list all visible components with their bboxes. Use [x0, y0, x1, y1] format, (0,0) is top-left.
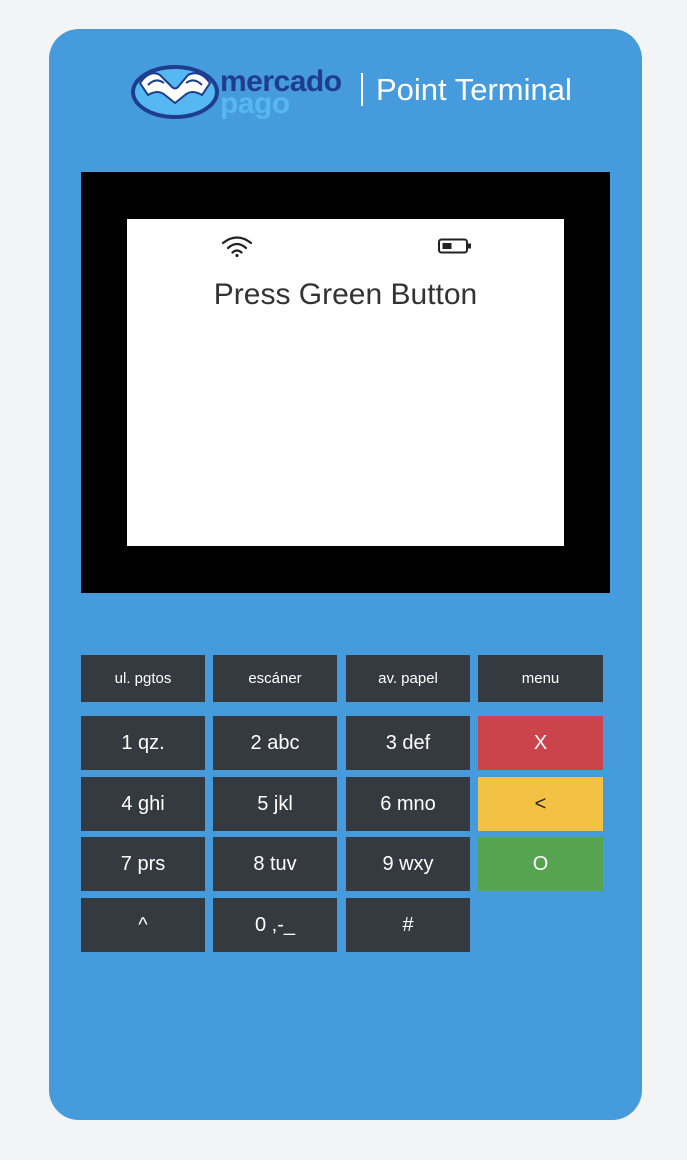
terminal-header: mercado pago Point Terminal [49, 29, 642, 159]
key-caret[interactable]: ^ [81, 898, 205, 952]
header-divider [361, 73, 363, 106]
cancel-button[interactable]: X [478, 716, 603, 770]
key-6[interactable]: 6 mno [346, 777, 470, 831]
battery-icon [438, 238, 471, 254]
mercado-pago-logo: mercado pago [130, 61, 345, 121]
key-ul-pgtos[interactable]: ul. pgtos [81, 655, 205, 702]
handshake-logo-icon [131, 65, 219, 119]
key-menu[interactable]: menu [478, 655, 603, 702]
key-0[interactable]: 0 ,-_ [213, 898, 337, 952]
key-2[interactable]: 2 abc [213, 716, 337, 770]
key-4[interactable]: 4 ghi [81, 777, 205, 831]
key-1[interactable]: 1 qz. [81, 716, 205, 770]
key-5[interactable]: 5 jkl [213, 777, 337, 831]
terminal-screen: Press Green Button [127, 219, 564, 546]
confirm-button[interactable]: O [478, 837, 603, 891]
logo-text-pago: pago [220, 87, 290, 120]
key-7[interactable]: 7 prs [81, 837, 205, 891]
point-terminal-device: mercado pago Point Terminal Press Green … [49, 29, 642, 1120]
key-9[interactable]: 9 wxy [346, 837, 470, 891]
screen-message: Press Green Button [213, 278, 478, 311]
wifi-icon [221, 236, 253, 257]
screen-bezel: Press Green Button [81, 172, 610, 593]
key-escaner[interactable]: escáner [213, 655, 337, 702]
key-av-papel[interactable]: av. papel [346, 655, 470, 702]
key-3[interactable]: 3 def [346, 716, 470, 770]
keypad: ul. pgtos escáner av. papel menu 1 qz. 2… [81, 655, 603, 953]
key-hash[interactable]: # [346, 898, 470, 952]
backspace-button[interactable]: < [478, 777, 603, 831]
key-8[interactable]: 8 tuv [213, 837, 337, 891]
header-title: Point Terminal [376, 72, 572, 107]
